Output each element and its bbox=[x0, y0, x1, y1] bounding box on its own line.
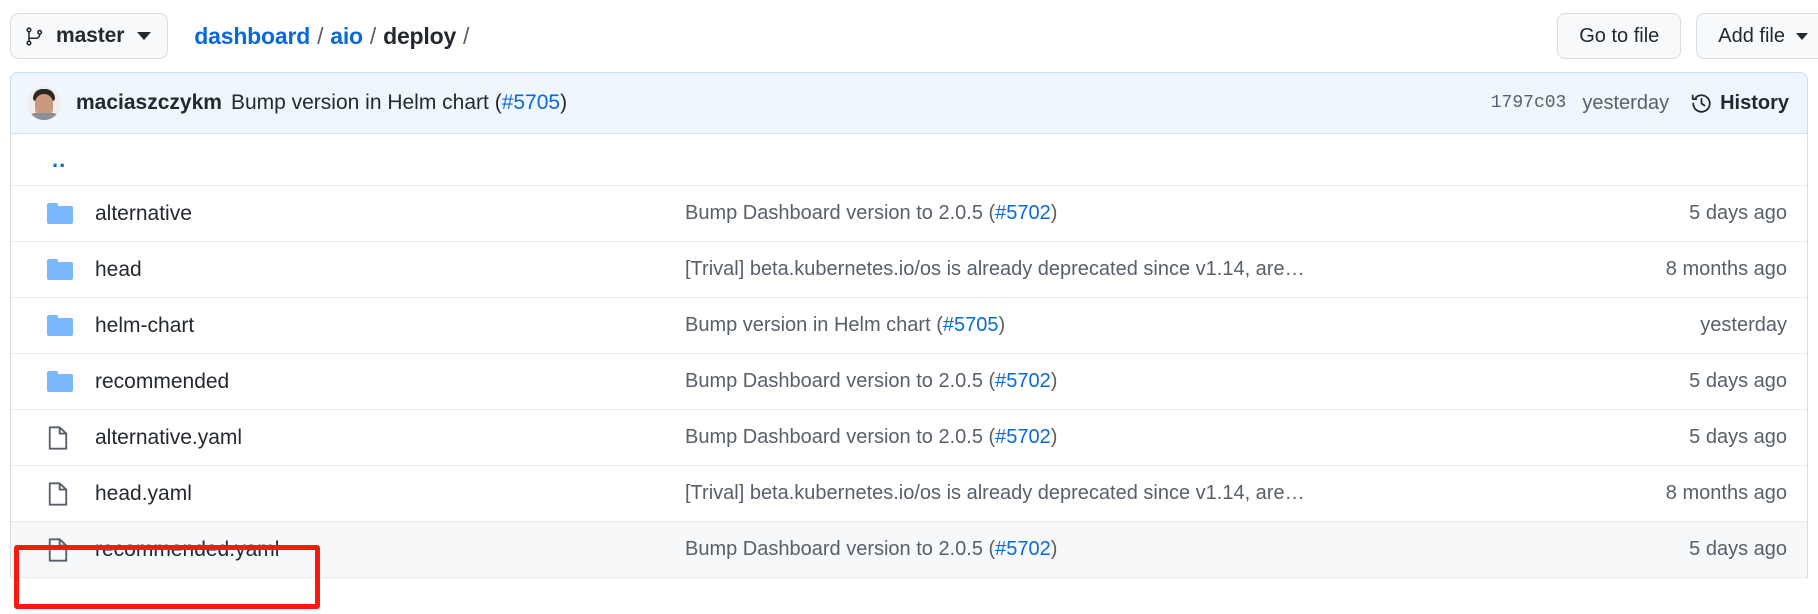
folder-icon bbox=[47, 259, 77, 280]
commit-message-cell[interactable]: Bump Dashboard version to 2.0.5 (#5702) bbox=[685, 202, 1689, 225]
file-name-link[interactable]: head bbox=[95, 258, 685, 282]
commit-pr-reference[interactable]: #5702 bbox=[995, 538, 1051, 560]
chevron-down-icon bbox=[1796, 32, 1808, 40]
branch-name-label: master bbox=[56, 24, 125, 47]
breadcrumb-item-deploy: deploy bbox=[383, 22, 457, 49]
avatar-shoulders bbox=[29, 113, 59, 120]
folder-icon bbox=[47, 315, 77, 336]
commit-message-suffix: ) bbox=[1050, 202, 1058, 224]
file-icon bbox=[47, 425, 77, 451]
commit-age: 8 months ago bbox=[1665, 258, 1787, 280]
commit-age: 5 days ago bbox=[1689, 370, 1787, 392]
file-rows-host: alternative Bump Dashboard version to 2.0… bbox=[11, 186, 1807, 578]
file-name-link[interactable]: helm-chart bbox=[95, 314, 685, 338]
add-file-button[interactable]: Add file bbox=[1696, 13, 1818, 59]
table-row[interactable]: alternative.yaml Bump Dashboard version t… bbox=[11, 410, 1807, 466]
commit-hash[interactable]: 1797c03 bbox=[1491, 93, 1567, 113]
commit-message-suffix: ) bbox=[1050, 426, 1058, 448]
commit-pr-reference[interactable]: #5702 bbox=[995, 426, 1051, 448]
avatar[interactable] bbox=[27, 86, 61, 120]
breadcrumb-separator: / bbox=[317, 22, 324, 49]
commit-message-cell[interactable]: Bump Dashboard version to 2.0.5 (#5702) bbox=[685, 538, 1689, 561]
folder-icon bbox=[47, 371, 77, 392]
breadcrumb-item-dashboard[interactable]: dashboard bbox=[194, 23, 310, 50]
table-row[interactable]: head.yaml [Trival] beta.kubernetes.io/os … bbox=[11, 466, 1807, 522]
table-row[interactable]: recommended Bump Dashboard version to 2.0… bbox=[11, 354, 1807, 410]
commit-message-text: Bump Dashboard version to 2.0.5 ( bbox=[685, 370, 996, 392]
commit-message-text: Bump Dashboard version to 2.0.5 ( bbox=[685, 202, 996, 224]
commit-message-suffix: ) bbox=[1050, 370, 1058, 392]
github-file-browser: master dashboard / aio / deploy / Go to … bbox=[0, 0, 1818, 614]
breadcrumb-item-aio[interactable]: aio bbox=[330, 23, 363, 50]
commit-age: 5 days ago bbox=[1689, 538, 1787, 560]
commit-message-text: Bump version in Helm chart ( bbox=[230, 91, 502, 114]
commit-message-cell[interactable]: [Trival] beta.kubernetes.io/os is alread… bbox=[685, 482, 1666, 505]
commit-timestamp: yesterday bbox=[1582, 91, 1670, 114]
table-row[interactable]: alternative Bump Dashboard version to 2.0… bbox=[11, 186, 1807, 242]
history-label: History bbox=[1720, 91, 1789, 114]
commit-pr-reference[interactable]: #5705 bbox=[943, 314, 999, 336]
file-name-link[interactable]: alternative.yaml bbox=[95, 426, 685, 450]
table-row[interactable]: recommended.yaml Bump Dashboard version t… bbox=[11, 522, 1807, 578]
commit-message-text: [Trival] beta.kubernetes.io/os is alread… bbox=[685, 258, 1305, 280]
commit-age: yesterday bbox=[1700, 314, 1787, 336]
history-clock-icon bbox=[1691, 93, 1712, 114]
breadcrumb-trailing-separator: / bbox=[463, 22, 470, 49]
repo-toolbar: master dashboard / aio / deploy / Go to … bbox=[0, 0, 1818, 72]
file-name-link[interactable]: recommended bbox=[95, 370, 685, 394]
commit-message-cell[interactable]: Bump Dashboard version to 2.0.5 (#5702) bbox=[685, 370, 1689, 393]
branch-selector-button[interactable]: master bbox=[10, 13, 169, 59]
file-icon bbox=[47, 537, 77, 563]
commit-message-suffix: ) bbox=[560, 91, 568, 114]
commit-message-cell[interactable]: Bump Dashboard version to 2.0.5 (#5702) bbox=[685, 426, 1689, 449]
commit-message-suffix: ) bbox=[998, 314, 1006, 336]
file-icon bbox=[47, 481, 77, 507]
commit-age: 5 days ago bbox=[1689, 426, 1787, 448]
file-name-link[interactable]: recommended.yaml bbox=[95, 538, 685, 562]
breadcrumb-separator: / bbox=[369, 22, 377, 49]
commit-message-cell[interactable]: [Trival] beta.kubernetes.io/os is alread… bbox=[685, 258, 1666, 281]
commit-pr-reference[interactable]: #5705 bbox=[502, 91, 560, 114]
history-link[interactable]: History bbox=[1691, 92, 1789, 115]
commit-message[interactable]: Bump version in Helm chart (#5705) bbox=[231, 91, 567, 115]
commit-age: 8 months ago bbox=[1665, 482, 1787, 504]
latest-commit-bar: maciaszczykm Bump version in Helm chart … bbox=[10, 72, 1808, 134]
commit-author-link[interactable]: maciaszczykm bbox=[76, 91, 222, 115]
parent-directory-row[interactable]: .. bbox=[11, 134, 1807, 186]
go-to-file-label: Go to file bbox=[1579, 24, 1660, 47]
folder-icon bbox=[47, 203, 77, 224]
commit-message-text: Bump version in Helm chart ( bbox=[685, 314, 943, 336]
commit-message-text: Bump Dashboard version to 2.0.5 ( bbox=[685, 538, 996, 560]
commit-message-cell[interactable]: Bump version in Helm chart (#5705) bbox=[685, 314, 1700, 337]
table-row[interactable]: head [Trival] beta.kubernetes.io/os is al… bbox=[11, 242, 1807, 298]
commit-age: 5 days ago bbox=[1689, 202, 1787, 224]
table-row[interactable]: helm-chart Bump version in Helm chart (#5… bbox=[11, 298, 1807, 354]
file-list: .. alternative Bump Dashboard version to … bbox=[10, 134, 1808, 578]
git-branch-icon bbox=[26, 26, 45, 47]
file-name-link[interactable]: alternative bbox=[95, 202, 685, 226]
chevron-down-icon bbox=[137, 32, 152, 40]
add-file-label: Add file bbox=[1718, 24, 1785, 47]
commit-pr-reference[interactable]: #5702 bbox=[995, 370, 1051, 392]
go-to-file-button[interactable]: Go to file bbox=[1557, 13, 1682, 59]
parent-directory-link[interactable]: .. bbox=[52, 148, 66, 170]
commit-pr-reference[interactable]: #5702 bbox=[995, 202, 1051, 224]
commit-message-text: Bump Dashboard version to 2.0.5 ( bbox=[685, 426, 996, 448]
commit-message-suffix: ) bbox=[1050, 538, 1058, 560]
breadcrumb: dashboard / aio / deploy / bbox=[194, 23, 476, 50]
file-name-link[interactable]: head.yaml bbox=[95, 482, 685, 506]
toolbar-actions: Go to file Add file bbox=[1557, 13, 1818, 59]
commit-message-text: [Trival] beta.kubernetes.io/os is alread… bbox=[685, 482, 1305, 504]
